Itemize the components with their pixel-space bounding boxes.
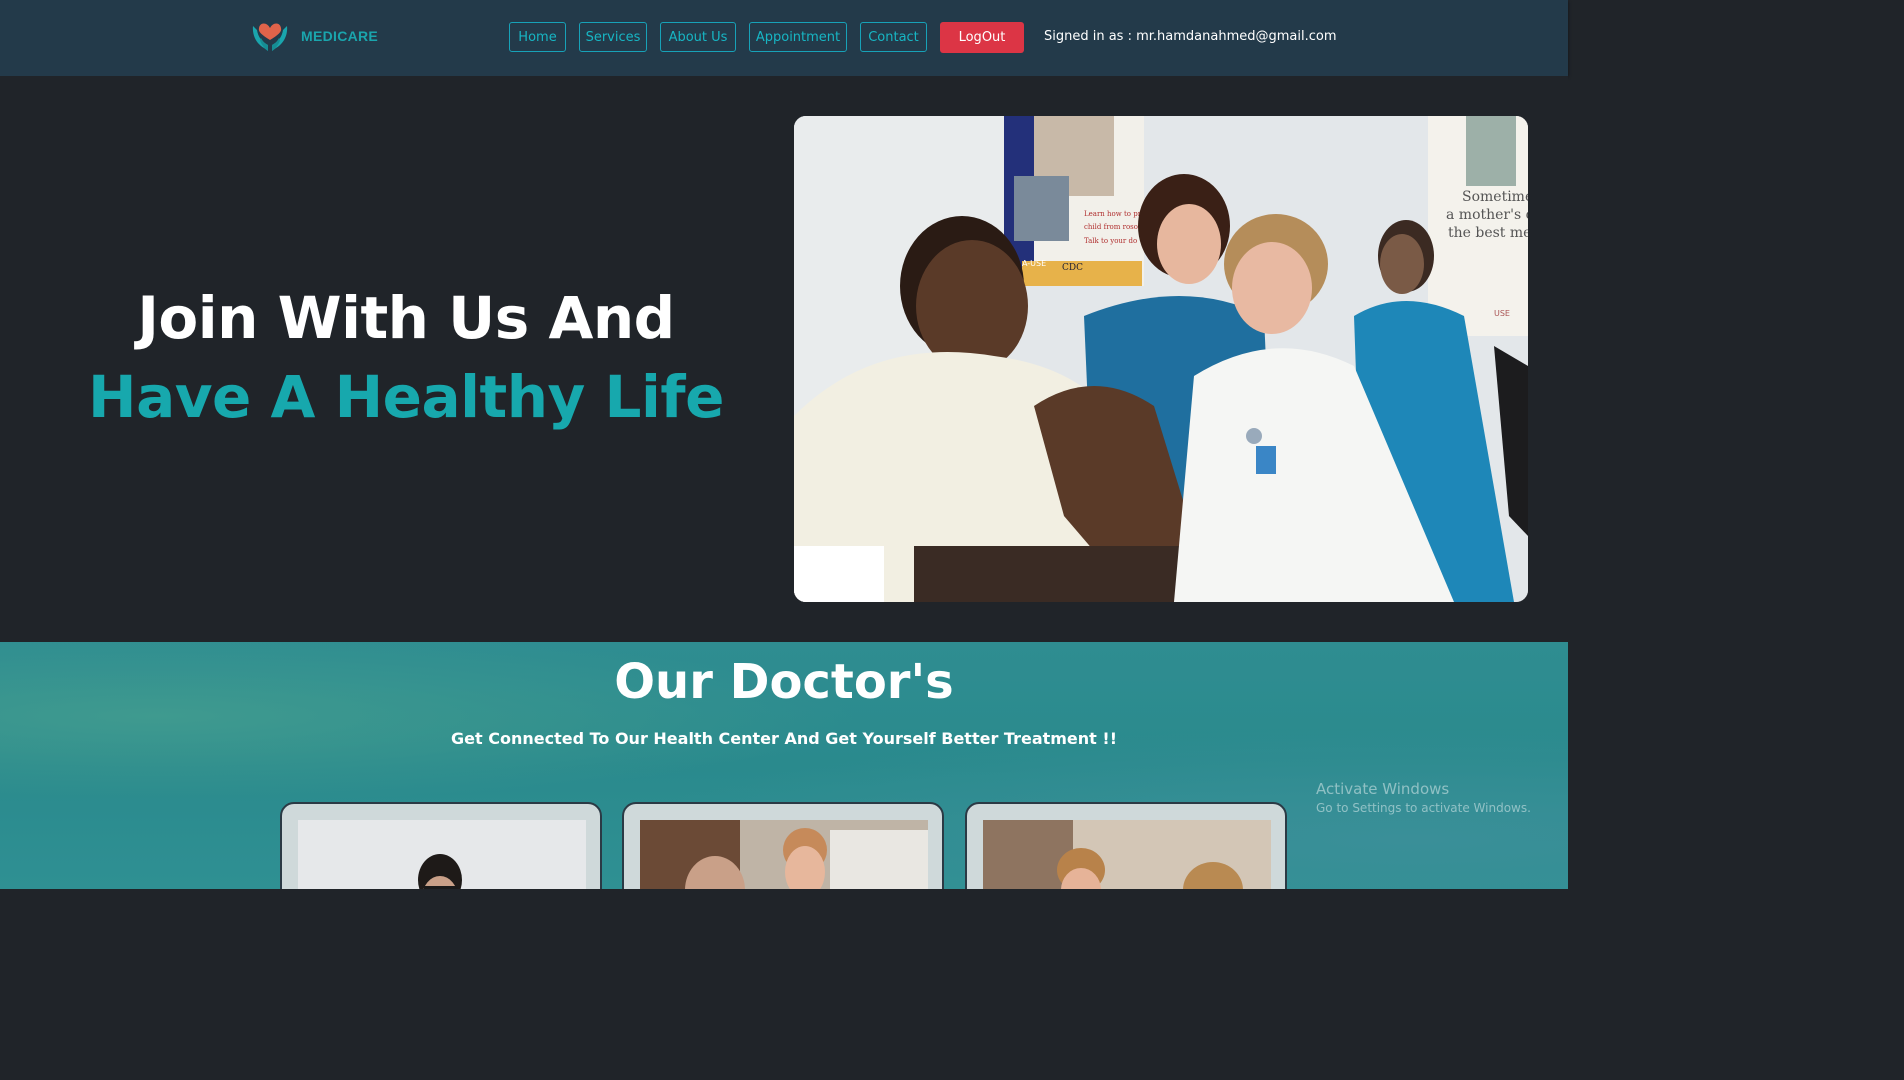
poster-cdc-text: CDC <box>1062 263 1083 273</box>
doctor-photo-2 <box>640 820 928 889</box>
doctor-photo-3 <box>983 820 1271 889</box>
poster-right-line3: the best medic <box>1448 225 1528 241</box>
doctor-card-1[interactable] <box>280 802 602 889</box>
poster-line-3: Talk to your do <box>1084 237 1137 245</box>
wall-poster-left: CDC Learn how to prot child from roso Ta… <box>1004 116 1148 286</box>
watermark-line2: Go to Settings to activate Windows. <box>1316 801 1531 815</box>
nav-about-button[interactable]: About Us <box>660 22 736 52</box>
doctors-title: Our Doctor's <box>614 654 954 710</box>
brand-logo[interactable]: MEDICARE <box>249 18 378 54</box>
logout-button[interactable]: LogOut <box>940 22 1024 53</box>
nav-appointment-button[interactable]: Appointment <box>749 22 847 52</box>
hero-heading-line2: Have A Healthy Life <box>88 363 724 431</box>
signed-in-text: Signed in as : mr.hamdanahmed@gmail.com <box>1044 29 1337 44</box>
poster-right-line1: Sometimes, <box>1462 189 1528 205</box>
nav-services-button[interactable]: Services <box>579 22 647 52</box>
activate-windows-watermark: Activate Windows Go to Settings to activ… <box>1316 780 1531 815</box>
doctor-card-3[interactable] <box>965 802 1287 889</box>
wall-poster-right: Sometimes, a mother's car the best medic… <box>1428 116 1528 336</box>
doctors-subtitle: Get Connected To Our Health Center And G… <box>451 729 1117 748</box>
poster-right-use: USE <box>1494 309 1510 318</box>
doctor-card-2[interactable] <box>622 802 944 889</box>
poster-use-text: A-USE <box>1022 259 1046 268</box>
hero-photo: CDC Learn how to prot child from roso Ta… <box>794 116 1528 602</box>
brand-name: MEDICARE <box>301 28 379 44</box>
poster-line-2: child from roso <box>1084 223 1138 231</box>
nav-home-button[interactable]: Home <box>509 22 566 52</box>
hero-heading-line1: Join With Us And <box>137 284 675 352</box>
nav-contact-button[interactable]: Contact <box>860 22 927 52</box>
poster-right-line2: a mother's car <box>1446 207 1528 223</box>
doctors-section: Our Doctor's Get Connected To Our Health… <box>0 642 1568 889</box>
doctor-photo-1 <box>298 820 586 889</box>
hero-section: Join With Us And Have A Healthy Life CDC… <box>0 76 1568 642</box>
vaccination-scene-image: CDC Learn how to prot child from roso Ta… <box>794 116 1528 602</box>
watermark-line1: Activate Windows <box>1316 780 1450 798</box>
navbar: MEDICARE Home Services About Us Appointm… <box>0 0 1568 76</box>
heart-hands-icon <box>252 23 288 51</box>
poster-line-1: Learn how to prot <box>1084 210 1148 218</box>
